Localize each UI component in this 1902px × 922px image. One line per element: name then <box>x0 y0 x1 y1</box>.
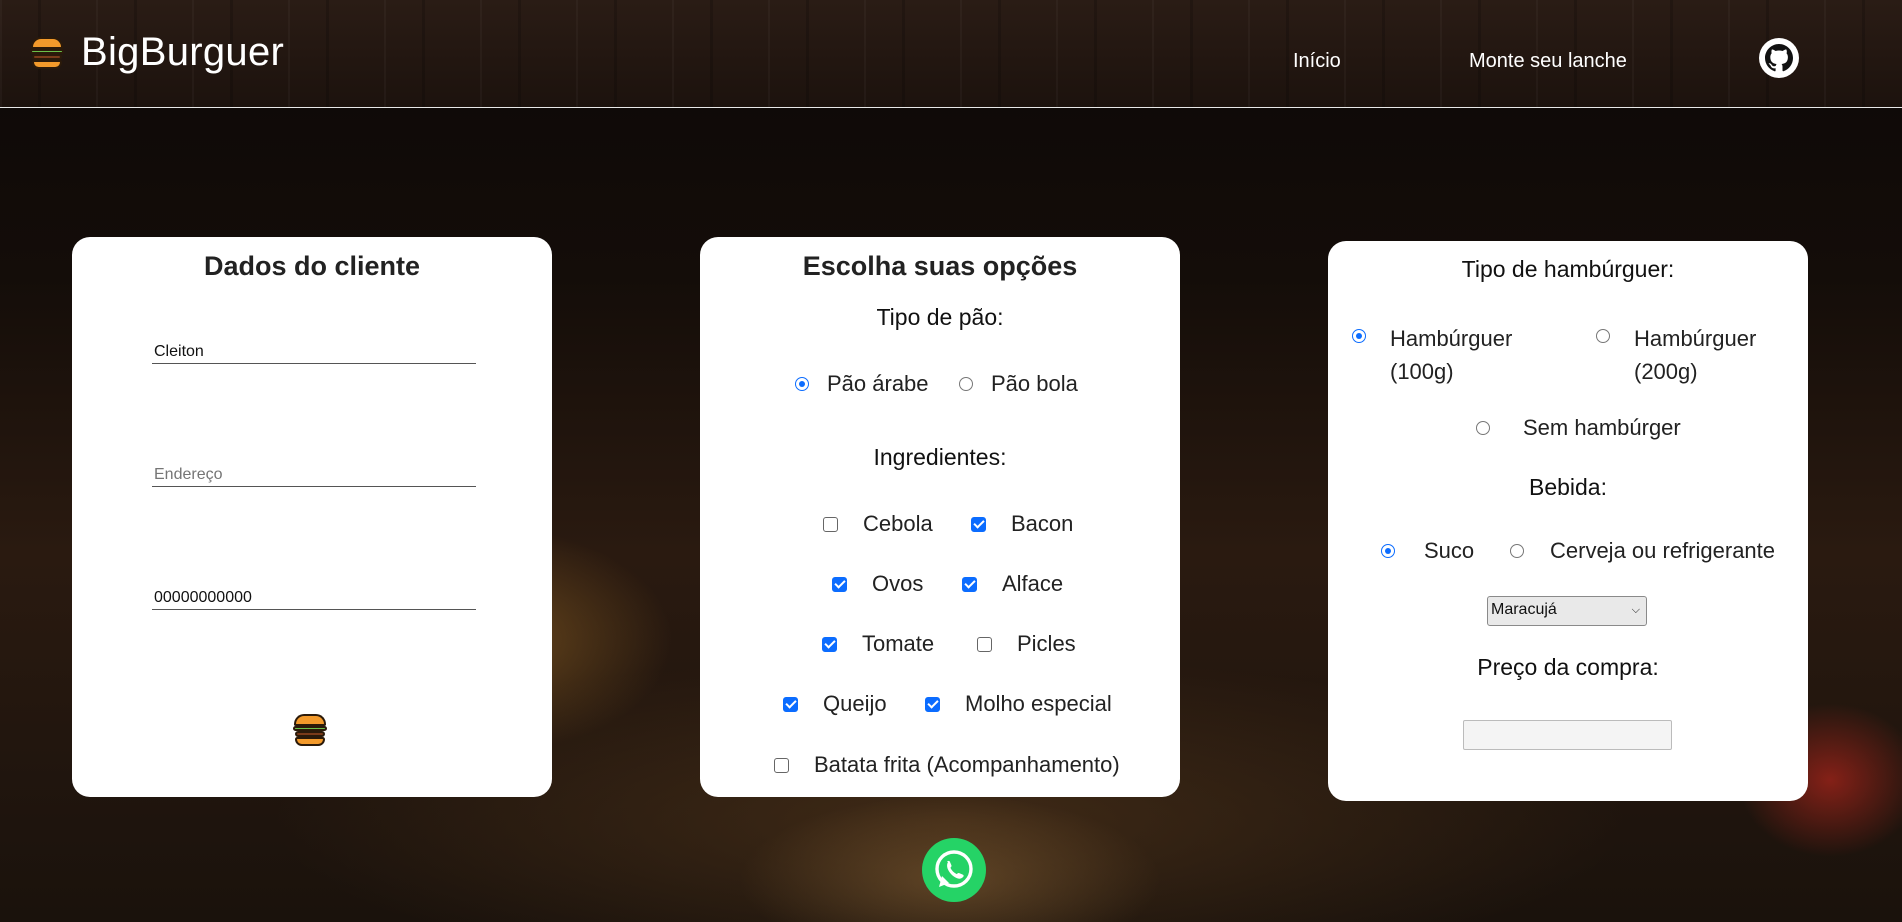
option-label: Picles <box>1017 631 1076 656</box>
checkbox-indicator[interactable] <box>822 636 837 652</box>
github-icon[interactable] <box>1759 38 1799 78</box>
option-label: Queijo <box>823 691 887 716</box>
bread-type-label: Tipo de pão: <box>876 304 1004 330</box>
option-label: Hambúrguer (100g) <box>1390 322 1512 388</box>
checkbox-alface[interactable]: Alface <box>962 571 1063 597</box>
option-label-line1: Hambúrguer <box>1390 326 1513 351</box>
options-card: Escolha suas opções Tipo de pão: Pão ára… <box>700 237 1180 797</box>
option-label: Molho especial <box>965 691 1112 716</box>
radio-hamburguer-100g[interactable]: Hambúrguer (100g) <box>1352 322 1512 388</box>
checkbox-bacon[interactable]: Bacon <box>971 511 1073 537</box>
checkbox-indicator[interactable] <box>971 516 986 532</box>
nav-link-inicio[interactable]: Início <box>1293 50 1341 73</box>
radio-suco[interactable]: Suco <box>1381 538 1474 564</box>
phone-field[interactable] <box>152 587 476 610</box>
burger-icon <box>30 36 64 69</box>
radio-indicator[interactable] <box>1381 544 1395 558</box>
checkbox-queijo[interactable]: Queijo <box>783 691 887 717</box>
checkbox-indicator[interactable] <box>783 696 798 712</box>
option-label: Alface <box>1002 571 1064 596</box>
price-label: Preço da compra: <box>1477 654 1659 680</box>
whatsapp-icon[interactable] <box>922 838 986 902</box>
client-data-title: Dados do cliente <box>203 251 421 281</box>
checkbox-tomate[interactable]: Tomate <box>822 631 934 657</box>
checkbox-picles[interactable]: Picles <box>977 631 1076 657</box>
radio-sem-hamburger[interactable]: Sem hambúrger <box>1476 415 1681 441</box>
nav-link-monte-seu-lanche[interactable]: Monte seu lanche <box>1469 50 1627 73</box>
radio-pao-bola[interactable]: Pão bola <box>959 371 1078 397</box>
option-label: Cerveja ou refrigerante <box>1550 538 1776 563</box>
burger-type-label: Tipo de hambúrguer: <box>1461 256 1675 282</box>
order-card: Tipo de hambúrguer: Hambúrguer (100g) Ha… <box>1328 241 1808 801</box>
radio-indicator[interactable] <box>1476 421 1490 435</box>
option-label: Pão bola <box>991 371 1078 396</box>
option-label: Hambúrguer (200g) <box>1634 322 1756 388</box>
brand-name: BigBurguer <box>81 30 285 74</box>
checkbox-indicator[interactable] <box>962 576 977 592</box>
options-title: Escolha suas opções <box>802 251 1078 281</box>
checkbox-batata-frita[interactable]: Batata frita (Acompanhamento) <box>774 752 1120 778</box>
chevron-down-icon: ⌵ <box>1631 604 1640 616</box>
option-label: Batata frita (Acompanhamento) <box>814 752 1120 777</box>
checkbox-indicator[interactable] <box>832 576 847 592</box>
option-label: Bacon <box>1011 511 1074 536</box>
radio-pao-arabe[interactable]: Pão árabe <box>795 371 929 397</box>
checkbox-indicator[interactable] <box>925 696 940 712</box>
juice-select-value: Maracujá <box>1491 601 1557 618</box>
drink-label: Bebida: <box>1528 474 1607 500</box>
brand[interactable]: BigBurguer <box>30 30 284 75</box>
price-field[interactable] <box>1463 720 1672 750</box>
option-label-line2: (100g) <box>1390 359 1454 384</box>
option-label-line2: (200g) <box>1634 359 1698 384</box>
juice-select[interactable]: Maracujá ⌵ <box>1487 596 1647 626</box>
checkbox-indicator[interactable] <box>774 757 789 773</box>
checkbox-molho-especial[interactable]: Molho especial <box>925 691 1112 717</box>
option-label: Tomate <box>862 631 935 656</box>
radio-hamburguer-200g[interactable]: Hambúrguer (200g) <box>1596 322 1756 388</box>
radio-indicator[interactable] <box>1596 329 1610 343</box>
option-label: Pão árabe <box>827 371 929 396</box>
radio-cerveja-ou-refrigerante[interactable]: Cerveja ou refrigerante <box>1510 538 1775 564</box>
checkbox-indicator[interactable] <box>977 636 992 652</box>
ingredients-label: Ingredientes: <box>873 444 1007 470</box>
address-field[interactable] <box>152 464 476 487</box>
option-label: Ovos <box>872 571 924 596</box>
option-label-line1: Hambúrguer <box>1634 326 1757 351</box>
option-label: Suco <box>1424 538 1475 563</box>
checkbox-ovos[interactable]: Ovos <box>832 571 923 597</box>
submit-burger-icon[interactable] <box>293 714 327 746</box>
option-label: Sem hambúrger <box>1523 415 1681 440</box>
checkbox-cebola[interactable]: Cebola <box>823 511 933 537</box>
radio-indicator[interactable] <box>1510 544 1524 558</box>
name-field[interactable] <box>152 341 476 364</box>
radio-indicator[interactable] <box>1352 329 1366 343</box>
option-label: Cebola <box>863 511 933 536</box>
client-data-card: Dados do cliente <box>72 237 552 797</box>
checkbox-indicator[interactable] <box>823 516 838 532</box>
radio-indicator[interactable] <box>795 377 809 391</box>
site-header: BigBurguer Início Monte seu lanche <box>0 0 1902 108</box>
radio-indicator[interactable] <box>959 377 973 391</box>
